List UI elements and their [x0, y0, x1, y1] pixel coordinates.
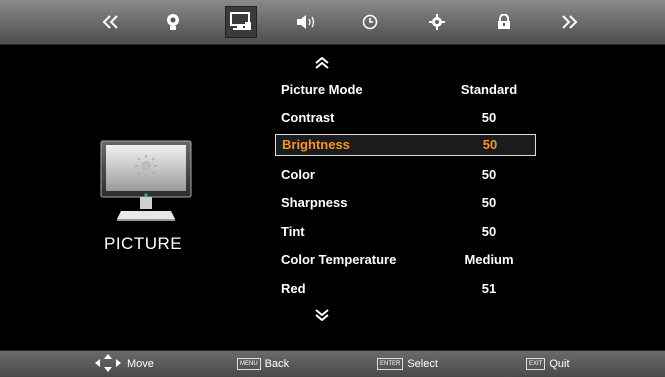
monitor-icon	[99, 139, 193, 229]
scroll-down-icon[interactable]	[314, 308, 330, 322]
menu-item-label: Contrast	[281, 110, 335, 125]
time-icon[interactable]	[357, 9, 383, 35]
menu-item-picture-mode[interactable]: Picture Mode Standard	[275, 80, 535, 100]
channel-icon[interactable]	[160, 9, 186, 35]
menu-item-sharpness[interactable]: Sharpness 50	[275, 193, 535, 213]
menu-item-brightness[interactable]: Brightness 50	[275, 134, 536, 156]
enter-key-icon: ENTER	[377, 358, 404, 370]
menu-item-color[interactable]: Color 50	[275, 165, 535, 185]
scroll-up-icon[interactable]	[314, 56, 330, 69]
menu-item-label: Sharpness	[281, 195, 348, 210]
menu-item-label: Tint	[281, 224, 305, 239]
menu-item-contrast[interactable]: Contrast 50	[275, 108, 535, 128]
hint-move: Move	[94, 351, 154, 377]
menu-key-icon: MENU	[237, 358, 261, 370]
menu-item-label: Red	[281, 281, 306, 296]
lock-icon[interactable]	[491, 9, 517, 35]
menu-item-value: 50	[481, 110, 497, 125]
menu-tab-bar	[0, 0, 665, 45]
menu-item-label: Color	[281, 167, 315, 182]
menu-item-value: 50	[481, 167, 497, 182]
menu-item-label: Picture Mode	[281, 82, 363, 97]
hint-quit-label: Quit	[549, 358, 570, 370]
double-chevron-right-icon[interactable]	[556, 9, 582, 35]
menu-item-value: 50	[482, 137, 498, 152]
menu-item-value: Standard	[460, 82, 518, 97]
hint-select-label: Select	[407, 358, 438, 370]
menu-item-color-temperature[interactable]: Color Temperature Medium	[275, 250, 535, 270]
hint-back: MENU Back	[237, 351, 289, 377]
hint-select: ENTER Select	[377, 351, 438, 377]
menu-item-label: Brightness	[282, 137, 350, 152]
hint-quit: EXIT Quit	[526, 351, 570, 377]
hint-back-label: Back	[264, 358, 290, 370]
menu-item-tint[interactable]: Tint 50	[275, 222, 535, 242]
section-title: PICTURE	[104, 234, 183, 253]
menu-item-value: 51	[481, 281, 497, 296]
double-chevron-left-icon[interactable]	[98, 9, 124, 35]
exit-key-icon: EXIT	[526, 358, 546, 370]
menu-item-value: 50	[481, 224, 497, 239]
menu-item-label: Color Temperature	[281, 252, 397, 267]
help-bar: Move MENU Back ENTER Select EXIT Quit	[0, 350, 665, 377]
sound-icon[interactable]	[294, 9, 320, 35]
dpad-icon	[94, 353, 122, 376]
setup-icon[interactable]	[424, 9, 450, 35]
menu-item-red[interactable]: Red 51	[275, 279, 535, 299]
picture-icon[interactable]	[225, 6, 257, 38]
menu-item-value: 50	[481, 195, 497, 210]
menu-item-value: Medium	[464, 252, 514, 267]
hint-move-label: Move	[127, 358, 154, 370]
